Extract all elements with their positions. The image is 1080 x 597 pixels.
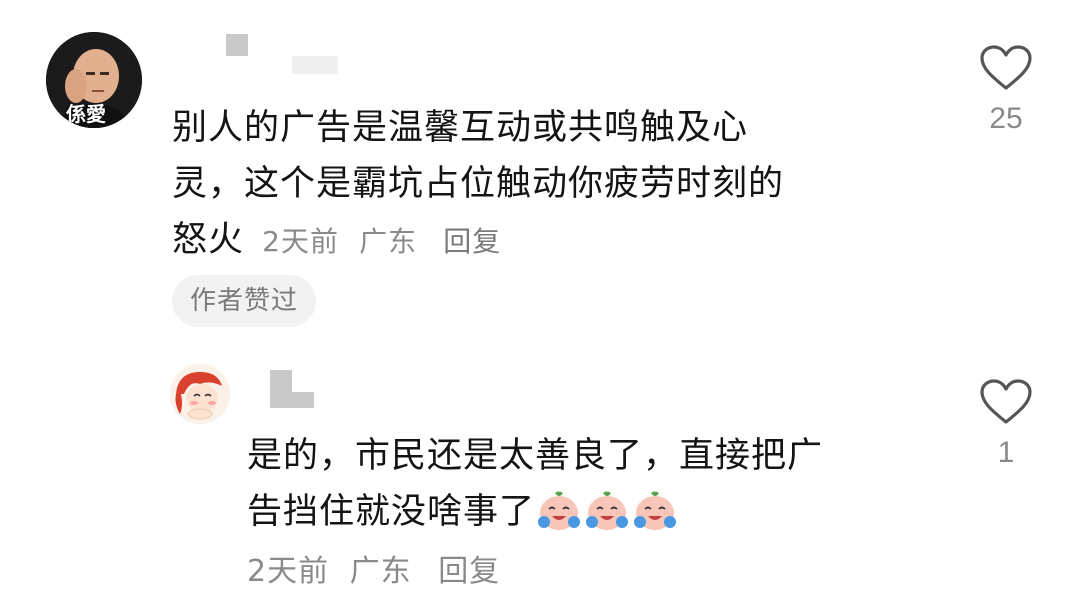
comment-location: 广东 — [359, 225, 418, 258]
username-redacted[interactable] — [226, 34, 248, 56]
replier-username-redacted[interactable] — [270, 370, 292, 408]
avatar-caption: 係愛 — [66, 102, 106, 126]
crying-laugh-emoji-icon — [586, 491, 629, 530]
username-redacted-trail — [292, 56, 338, 74]
comment-like-count: 25 — [989, 102, 1023, 135]
heart-outline-icon[interactable] — [979, 378, 1033, 426]
emoji-group — [535, 489, 679, 533]
comment-time: 2天前 — [262, 225, 339, 258]
author-liked-badge: 作者赞过 — [172, 275, 317, 327]
reply-line-2: 告挡住就没啥事了 — [247, 492, 536, 532]
avatar-image — [170, 364, 230, 424]
reply-location: 广东 — [349, 554, 412, 589]
replier-username-redacted-trail — [292, 392, 314, 408]
comment-line-1: 别人的广告是温馨互动或共鸣触及心 — [172, 108, 749, 148]
comment-line-2: 灵，这个是霸坑占位触动你疲劳时刻的 — [172, 164, 785, 204]
comment-like-group[interactable]: 25 — [976, 44, 1036, 136]
reply-meta: 2天前 广东 回复 — [247, 552, 510, 592]
comment-line-3: 怒火 — [172, 220, 245, 260]
replier-avatar[interactable] — [170, 364, 230, 424]
reply-like-group[interactable]: 1 — [976, 378, 1036, 470]
comment-line-3-with-meta: 怒火 2天前 广东 回复 — [172, 212, 912, 270]
heart-outline-icon[interactable] — [979, 44, 1033, 92]
reply-line-1: 是的，市民还是太善良了，直接把广 — [247, 436, 824, 476]
reply-like-count: 1 — [997, 436, 1015, 469]
commenter-avatar[interactable]: 係愛 — [46, 32, 142, 128]
reply-text: 是的，市民还是太善良了，直接把广 告挡住就没啥事了 — [247, 428, 947, 540]
reply-line-2-with-emojis: 告挡住就没啥事了 — [247, 484, 947, 540]
comment-text: 别人的广告是温馨互动或共鸣触及心 灵，这个是霸坑占位触动你疲劳时刻的 怒火 2天… — [172, 100, 912, 270]
reply-time: 2天前 — [247, 554, 330, 589]
reply-reply-button[interactable]: 回复 — [438, 554, 500, 589]
comment-reply-button[interactable]: 回复 — [443, 225, 501, 258]
crying-laugh-emoji-icon — [634, 491, 677, 530]
crying-laugh-emoji-icon — [538, 491, 581, 530]
